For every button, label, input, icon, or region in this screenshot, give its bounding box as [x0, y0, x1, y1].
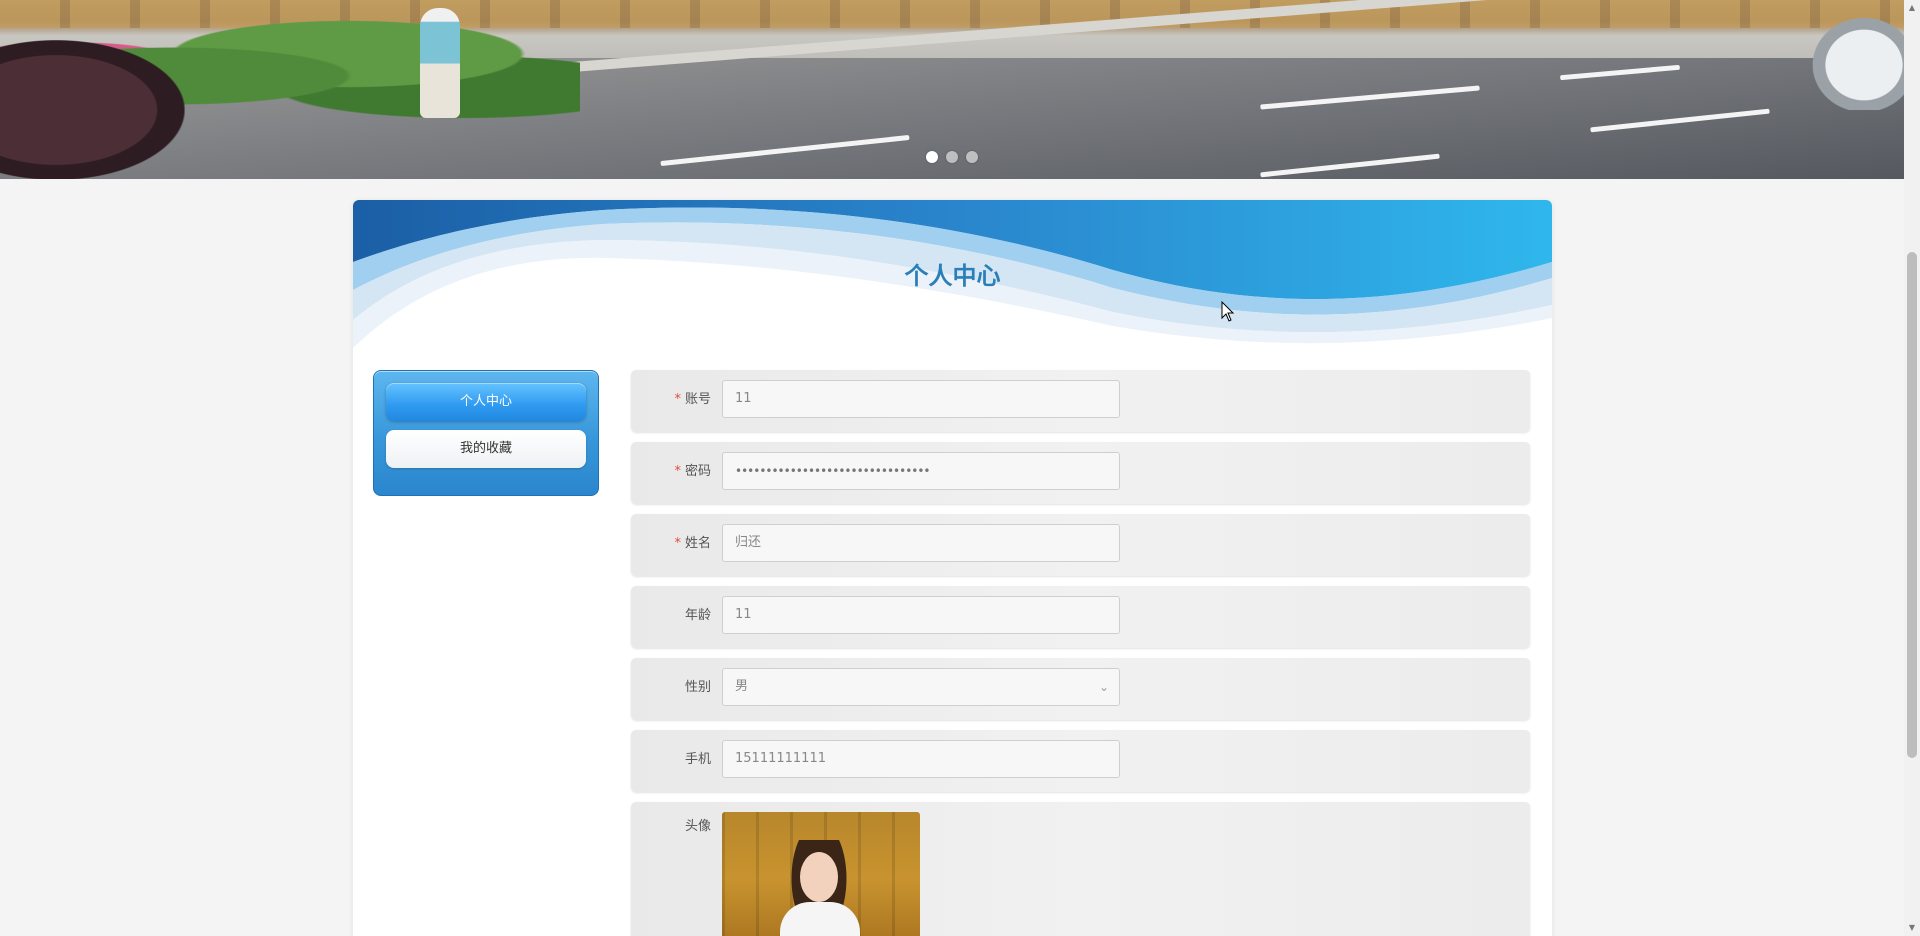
- menu-item-my-favorites[interactable]: 我的收藏: [386, 430, 586, 468]
- banner-car-right: [1804, 10, 1904, 110]
- scrollbar-thumb[interactable]: [1907, 252, 1917, 758]
- carousel-indicators: [0, 151, 1904, 163]
- account-input[interactable]: 11: [722, 380, 1120, 418]
- avatar-label: 头像: [684, 819, 711, 834]
- required-asterisk: *: [674, 464, 681, 479]
- scroll-up-arrow-icon[interactable]: ▲: [1904, 0, 1920, 16]
- side-menu: 个人中心 我的收藏: [373, 370, 599, 496]
- avatar-image[interactable]: [722, 812, 920, 936]
- banner-pedestrian: [420, 8, 460, 118]
- vertical-scrollbar[interactable]: ▲ ▼: [1904, 0, 1920, 936]
- age-label: 年龄: [684, 608, 711, 623]
- form-row-age: 年龄 11: [631, 586, 1530, 648]
- name-label-text: 姓名: [684, 536, 711, 551]
- form-row-phone: 手机 15111111111: [631, 730, 1530, 792]
- gender-select-value: 男: [735, 679, 749, 694]
- chevron-down-icon: ⌄: [1098, 680, 1109, 694]
- name-input[interactable]: 归还: [722, 524, 1120, 562]
- user-center-panel: 个人中心 个人中心 我的收藏 * 账号 11 * 密码 ••••••••••••••…: [353, 200, 1552, 936]
- phone-label: 手机: [684, 752, 711, 767]
- gender-label: 性别: [684, 680, 711, 695]
- form-row-name: * 姓名 归还: [631, 514, 1530, 576]
- password-input[interactable]: ••••••••••••••••••••••••••••••••: [722, 452, 1120, 490]
- carousel-dot[interactable]: [966, 151, 978, 163]
- password-label-text: 密码: [684, 464, 711, 479]
- scroll-down-arrow-icon[interactable]: ▼: [1904, 920, 1920, 936]
- gender-select[interactable]: 男 ⌄: [722, 668, 1120, 706]
- required-asterisk: *: [674, 536, 681, 551]
- account-label-text: 账号: [684, 392, 711, 407]
- avatar-face: [800, 852, 838, 902]
- banner-carousel[interactable]: [0, 0, 1904, 179]
- form-row-gender: 性别 男 ⌄: [631, 658, 1530, 720]
- mouse-cursor-icon: [1221, 301, 1235, 322]
- page: 个人中心 个人中心 我的收藏 * 账号 11 * 密码 ••••••••••••••…: [0, 0, 1920, 936]
- avatar-body: [780, 902, 860, 936]
- age-input[interactable]: 11: [722, 596, 1120, 634]
- menu-item-user-center[interactable]: 个人中心: [386, 383, 586, 421]
- phone-input[interactable]: 15111111111: [722, 740, 1120, 778]
- required-asterisk: *: [674, 392, 681, 407]
- page-title: 个人中心: [904, 262, 1001, 290]
- form-row-avatar: 头像: [631, 802, 1530, 936]
- carousel-dot[interactable]: [926, 151, 938, 163]
- account-label: * 账号: [631, 370, 711, 432]
- form-row-account: * 账号 11: [631, 370, 1530, 432]
- password-label: * 密码: [631, 442, 711, 504]
- form-row-password: * 密码 ••••••••••••••••••••••••••••••••: [631, 442, 1530, 504]
- name-label: * 姓名: [631, 514, 711, 576]
- carousel-dot[interactable]: [946, 151, 958, 163]
